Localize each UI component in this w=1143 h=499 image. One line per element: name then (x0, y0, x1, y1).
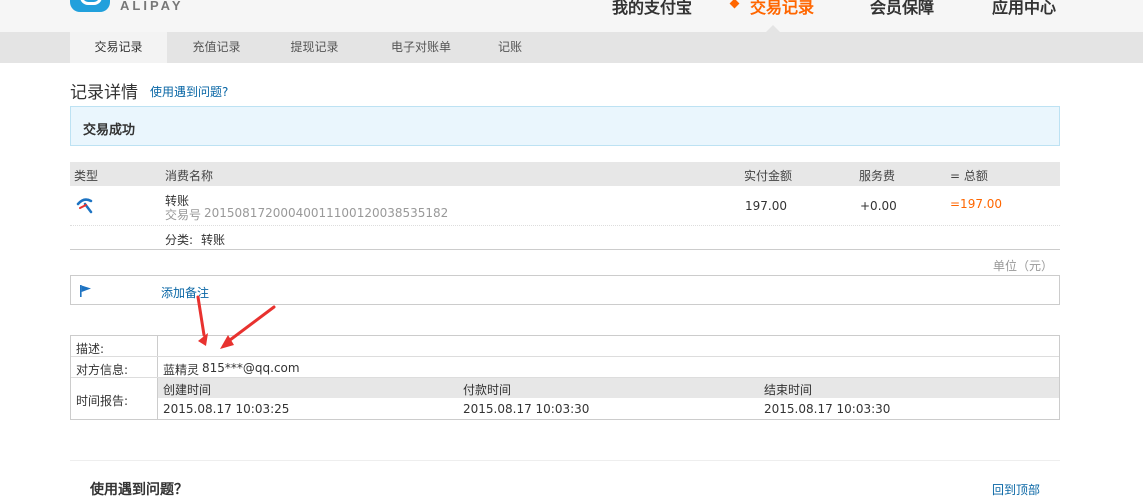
col-fee: 服务费 (859, 169, 896, 183)
page-title: 记录详情 (70, 83, 138, 103)
subnav-bookkeeping[interactable]: 记账 (480, 32, 540, 63)
time-paid: 2015.08.17 10:03:30 (463, 402, 590, 416)
nav-app-center[interactable]: 应用中心 (992, 0, 1056, 18)
footer-title: 使用遇到问题？ (90, 482, 188, 498)
transfer-icon (76, 198, 93, 214)
time-created: 2015.08.17 10:03:25 (163, 402, 290, 416)
subnav-recharge[interactable]: 充值记录 (170, 32, 263, 63)
alipay-logo-icon[interactable] (70, 0, 110, 12)
status-text: 交易成功 (83, 123, 136, 138)
nav-my-alipay[interactable]: 我的支付宝 (612, 0, 692, 18)
subnav-statement[interactable]: 电子对账单 (366, 32, 476, 63)
col-paid: 实付金额 (744, 169, 793, 183)
sub-nav: 交易记录 充值记录 提现记录 电子对账单 记账 (0, 32, 1143, 63)
paid-amount: 197.00 (745, 199, 787, 213)
subnav-transactions[interactable]: 交易记录 (70, 32, 167, 63)
time-header-row (158, 378, 1059, 398)
time-label: 时间报告: (76, 394, 129, 408)
col-name: 消费名称 (165, 169, 214, 183)
fee-amount: +0.00 (860, 199, 897, 213)
trade-no: 20150817200040011100120038535182 (204, 206, 449, 220)
trade-no-label: 交易号 (165, 208, 202, 222)
nav-caret-icon (766, 25, 780, 32)
nav-member-protection[interactable]: 会员保障 (870, 0, 934, 18)
party-name: 蓝精灵 (163, 363, 200, 377)
party-label: 对方信息: (76, 363, 129, 377)
status-box: 交易成功 (70, 106, 1060, 146)
time-header-created: 创建时间 (163, 383, 212, 397)
logo-text[interactable]: ALIPAY (120, 0, 184, 13)
back-to-top-link[interactable]: 回到顶部 (992, 481, 1040, 498)
unit-label: 单位（元） (993, 259, 1054, 273)
category-value: 转账 (201, 233, 226, 247)
total-amount: =197.00 (950, 197, 1003, 211)
footer-divider (70, 460, 1060, 461)
flag-icon (80, 285, 91, 297)
col-type: 类型 (74, 169, 99, 183)
time-header-paid: 付款时间 (463, 383, 512, 397)
category-row: 分类: 转账 (70, 226, 1060, 250)
subnav-withdraw[interactable]: 提现记录 (268, 32, 361, 63)
top-header: ALIPAY 我的支付宝 交易记录 会员保障 应用中心 (0, 0, 1143, 32)
table-header: 类型 消费名称 实付金额 服务费 = 总额 (70, 162, 1060, 186)
desc-label: 描述: (76, 342, 105, 356)
party-account: 815***@qq.com (202, 361, 300, 375)
divider (71, 356, 1059, 357)
annotation-arrows-icon (196, 295, 276, 349)
table-row: 转账 交易号 20150817200040011100120038535182 … (70, 186, 1060, 226)
category-label: 分类: (165, 233, 194, 247)
time-header-ended: 结束时间 (764, 383, 813, 397)
col-total: = 总额 (950, 169, 988, 183)
time-ended: 2015.08.17 10:03:30 (764, 402, 891, 416)
help-link[interactable]: 使用遇到问题? (150, 83, 228, 100)
active-dot-icon (729, 0, 740, 9)
nav-transactions[interactable]: 交易记录 (750, 0, 814, 18)
transaction-table: 类型 消费名称 实付金额 服务费 = 总额 转账 交易号 20150817200… (70, 162, 1060, 250)
